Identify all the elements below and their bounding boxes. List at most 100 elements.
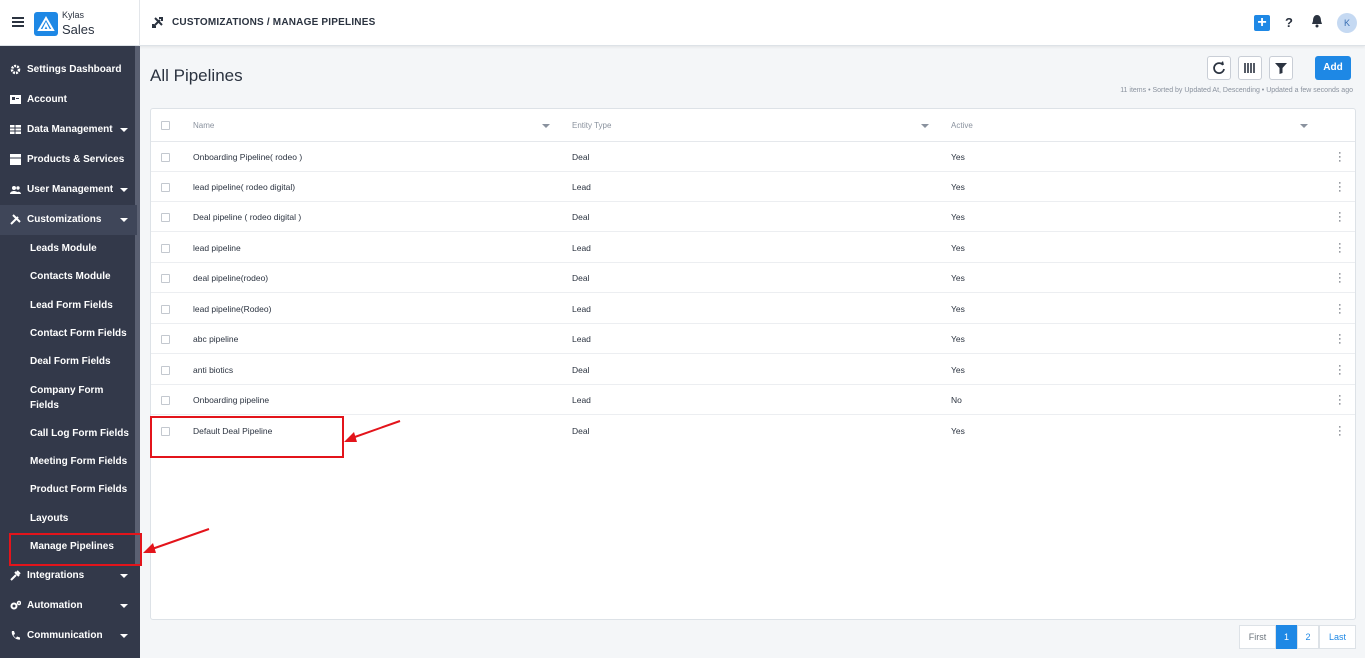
pipeline-name[interactable]: Onboarding pipeline <box>193 395 269 405</box>
column-header-entity-type[interactable]: Entity Type <box>572 121 611 130</box>
more-actions-icon[interactable]: · · · <box>1338 239 1342 258</box>
sidebar-subitem-company-form-fields[interactable]: Company Form Fields <box>30 383 110 413</box>
active-status: Yes <box>951 273 965 283</box>
table-row[interactable]: lead pipeline Lead Yes · · · <box>151 233 1355 263</box>
notification-bell-icon[interactable] <box>1311 14 1323 33</box>
sidebar-subitem-deal-form-fields[interactable]: Deal Form Fields <box>30 354 136 369</box>
more-actions-icon[interactable]: · · · <box>1338 422 1342 441</box>
sidebar-subitem-contacts-module[interactable]: Contacts Module <box>30 269 136 284</box>
entity-type: Lead <box>572 334 591 344</box>
more-actions-icon[interactable]: · · · <box>1338 330 1342 349</box>
pipeline-name[interactable]: lead pipeline <box>193 243 241 253</box>
table-row[interactable]: Onboarding pipeline Lead No · · · <box>151 385 1355 415</box>
row-checkbox[interactable] <box>161 274 170 283</box>
more-actions-icon[interactable]: · · · <box>1338 300 1342 319</box>
table-row[interactable]: Onboarding Pipeline( rodeo ) Deal Yes · ·… <box>151 142 1355 172</box>
sidebar-subitem-contact-form-fields[interactable]: Contact Form Fields <box>30 326 136 341</box>
select-all-checkbox[interactable] <box>161 121 170 130</box>
sidebar-subitem-lead-form-fields[interactable]: Lead Form Fields <box>30 298 136 313</box>
chevron-down-icon <box>120 128 128 132</box>
pagination-first[interactable]: First <box>1239 625 1276 649</box>
entity-type: Deal <box>572 365 590 375</box>
refresh-button[interactable] <box>1207 56 1231 80</box>
pipeline-name[interactable]: abc pipeline <box>193 334 238 344</box>
active-status: Yes <box>951 243 965 253</box>
pipeline-name[interactable]: Deal pipeline ( rodeo digital ) <box>193 212 301 222</box>
table-row[interactable]: lead pipeline( rodeo digital) Lead Yes ·… <box>151 172 1355 202</box>
filter-button[interactable] <box>1269 56 1293 80</box>
pipeline-name[interactable]: deal pipeline(rodeo) <box>193 273 268 283</box>
entity-type: Lead <box>572 304 591 314</box>
more-actions-icon[interactable]: · · · <box>1338 391 1342 410</box>
box-icon <box>10 154 21 165</box>
sidebar-subitem-product-form-fields[interactable]: Product Form Fields <box>30 482 136 497</box>
page-title: All Pipelines <box>150 66 243 85</box>
more-actions-icon[interactable]: · · · <box>1338 269 1342 288</box>
brand-name: Kylas <box>62 10 85 20</box>
pipeline-name[interactable]: Onboarding Pipeline( rodeo ) <box>193 152 302 162</box>
row-checkbox[interactable] <box>161 183 170 192</box>
gear-icon <box>10 64 21 75</box>
sidebar-subitem-call-log-form-fields[interactable]: Call Log Form Fields <box>30 426 136 441</box>
sidebar-item-label: User Management <box>27 184 114 195</box>
sidebar-item-label: Customizations <box>27 214 102 225</box>
help-icon[interactable]: ? <box>1285 15 1293 30</box>
phone-icon <box>10 630 21 641</box>
sidebar-item-label: Integrations <box>27 570 85 581</box>
row-checkbox[interactable] <box>161 153 170 162</box>
column-header-active[interactable]: Active <box>951 121 973 130</box>
chevron-down-icon <box>120 188 128 192</box>
pagination-last[interactable]: Last <box>1319 625 1356 649</box>
add-button[interactable]: Add <box>1315 56 1351 80</box>
highlight-box-default-pipeline <box>150 416 344 458</box>
active-status: Yes <box>951 304 965 314</box>
sidebar-item-label: Automation <box>27 600 83 611</box>
users-icon <box>10 184 21 195</box>
pipeline-name[interactable]: anti biotics <box>193 365 233 375</box>
row-checkbox[interactable] <box>161 335 170 344</box>
sidebar-subitem-leads-module[interactable]: Leads Module <box>30 241 136 256</box>
active-status: Yes <box>951 365 965 375</box>
hamburger-menu-icon[interactable] <box>12 17 24 27</box>
plug-icon <box>10 570 21 581</box>
more-actions-icon[interactable]: · · · <box>1338 148 1342 167</box>
table-row[interactable]: deal pipeline(rodeo) Deal Yes · · · <box>151 263 1355 293</box>
user-avatar[interactable]: K <box>1337 13 1357 33</box>
refresh-icon <box>1213 61 1225 74</box>
entity-type: Deal <box>572 152 590 162</box>
entity-type: Deal <box>572 273 590 283</box>
sidebar-item-label: Settings Dashboard <box>27 64 122 75</box>
pipeline-name[interactable]: lead pipeline( rodeo digital) <box>193 182 295 192</box>
sidebar <box>0 46 140 658</box>
table-row[interactable]: lead pipeline(Rodeo) Lead Yes · · · <box>151 294 1355 324</box>
more-actions-icon[interactable]: · · · <box>1338 208 1342 227</box>
entity-type: Deal <box>572 426 590 436</box>
table-row[interactable]: anti biotics Deal Yes · · · <box>151 355 1355 385</box>
more-actions-icon[interactable]: · · · <box>1338 361 1342 380</box>
row-checkbox[interactable] <box>161 305 170 314</box>
sort-caret-icon[interactable] <box>1300 124 1308 128</box>
sidebar-subitem-meeting-form-fields[interactable]: Meeting Form Fields <box>30 454 136 469</box>
pipeline-name[interactable]: lead pipeline(Rodeo) <box>193 304 271 314</box>
column-header-name[interactable]: Name <box>193 121 214 130</box>
highlight-box-manage-pipelines <box>9 533 142 566</box>
pagination-page-1[interactable]: 1 <box>1276 625 1297 649</box>
entity-type: Deal <box>572 212 590 222</box>
row-checkbox[interactable] <box>161 396 170 405</box>
sidebar-subitem-layouts[interactable]: Layouts <box>30 511 136 526</box>
row-checkbox[interactable] <box>161 244 170 253</box>
row-checkbox[interactable] <box>161 213 170 222</box>
sort-caret-icon[interactable] <box>542 124 550 128</box>
pagination-page-2[interactable]: 2 <box>1297 625 1319 649</box>
active-status: Yes <box>951 426 965 436</box>
columns-button[interactable] <box>1238 56 1262 80</box>
table-row[interactable]: abc pipeline Lead Yes · · · <box>151 324 1355 354</box>
entity-type: Lead <box>572 243 591 253</box>
row-checkbox[interactable] <box>161 366 170 375</box>
quick-add-button[interactable]: + <box>1254 15 1270 31</box>
sidebar-item-label: Data Management <box>27 124 113 135</box>
sort-caret-icon[interactable] <box>921 124 929 128</box>
more-actions-icon[interactable]: · · · <box>1338 178 1342 197</box>
top-bar: Kylas Sales CUSTOMIZATIONS / MANAGE PIPE… <box>0 0 1365 46</box>
table-row[interactable]: Deal pipeline ( rodeo digital ) Deal Yes… <box>151 202 1355 232</box>
